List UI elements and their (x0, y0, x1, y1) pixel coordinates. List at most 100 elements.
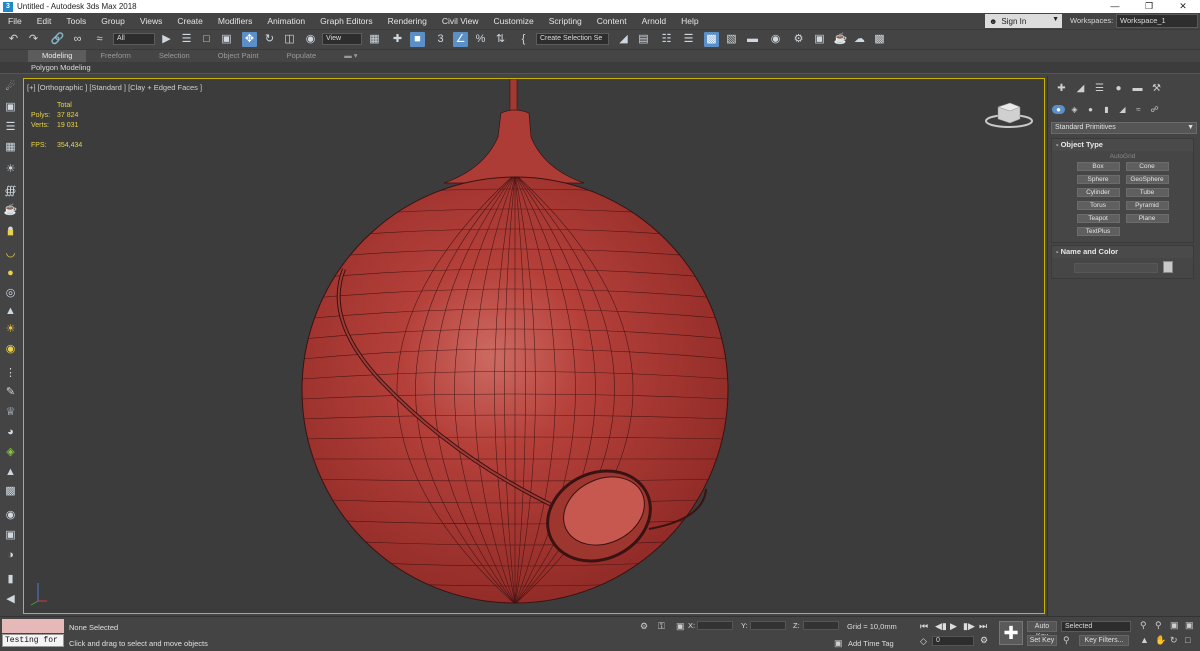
rendered-frame-window-icon[interactable]: ▣ (812, 32, 827, 47)
layer-manager-icon[interactable]: ☰ (3, 120, 18, 135)
next-frame-icon[interactable]: ▮▶ (963, 621, 975, 632)
menu-arnold[interactable]: Arnold (634, 16, 674, 26)
undo-icon[interactable]: ↶ (6, 32, 21, 47)
helpers-icon[interactable]: ◢ (1116, 105, 1129, 114)
perspective-viewport[interactable]: [+] [Orthographic ] [Standard ] [Clay + … (23, 78, 1045, 614)
select-and-move-icon[interactable]: ✥ (242, 32, 257, 47)
menu-help[interactable]: Help (673, 16, 705, 26)
link-icon[interactable]: 🔗 (50, 32, 65, 47)
pendant-lamp-model[interactable] (24, 79, 1045, 614)
unlink-icon[interactable]: ∞ (70, 32, 85, 47)
set-keys-button[interactable]: ✚ (999, 621, 1023, 645)
teapot-button[interactable]: Teapot (1076, 214, 1120, 223)
cameras-icon[interactable]: ▮ (1100, 105, 1113, 114)
select-and-rotate-icon[interactable]: ↻ (262, 32, 277, 47)
lights-icon[interactable]: ● (1084, 105, 1097, 114)
redo-icon[interactable]: ↷ (26, 32, 41, 47)
render-setup-icon[interactable]: ⚙ (791, 32, 806, 47)
textplus-button[interactable]: TextPlus (1076, 227, 1120, 236)
layer-explorer-icon[interactable]: ☰ (681, 32, 696, 47)
sculpt-icon[interactable]: ✎ (3, 385, 18, 400)
close-icon[interactable]: ✕ (1166, 0, 1200, 13)
autogrid-checkbox[interactable]: AutoGrid (1052, 153, 1193, 160)
shapes-icon[interactable]: ◈ (1068, 105, 1081, 114)
systems-icon[interactable]: ☍ (1148, 105, 1161, 114)
zoom-extents-icon[interactable]: ▣ (1170, 620, 1179, 631)
auto-key-button[interactable]: Auto Key (1027, 621, 1057, 640)
menu-modifiers[interactable]: Modifiers (210, 16, 259, 26)
restore-icon[interactable]: ❐ (1132, 0, 1166, 13)
menu-animation[interactable]: Animation (259, 16, 312, 26)
maxscript-input[interactable]: Testing for : (2, 634, 64, 647)
zoom-all-icon[interactable]: ⚲ (1155, 620, 1162, 631)
tab-populate[interactable]: Populate (273, 50, 331, 62)
create-selection-set-icon[interactable]: ☄ (3, 80, 18, 95)
box-button[interactable]: Box (1076, 162, 1120, 171)
expand-icon[interactable]: ◀ (3, 592, 18, 607)
add-time-tag[interactable]: Add Time Tag (848, 639, 894, 648)
sign-in-button[interactable]: ☻ Sign In ▼ (985, 14, 1062, 28)
bind-space-warp-icon[interactable]: ≈ (92, 32, 107, 47)
object-name-field[interactable] (1074, 263, 1158, 273)
object-type-header[interactable]: - Object Type (1052, 139, 1193, 151)
cloth-icon[interactable]: ▲ (3, 465, 18, 480)
previous-frame-icon[interactable]: ◀▮ (935, 621, 947, 632)
polygon-modeling-label[interactable]: Polygon Modeling (31, 63, 91, 72)
sphere-icon[interactable]: ● (3, 266, 18, 281)
scene-explorer-icon[interactable]: ▣ (3, 100, 18, 115)
pan-icon[interactable]: ✋ (1155, 635, 1166, 646)
zoom-extents-all-icon[interactable]: ▣ (1185, 620, 1194, 631)
toggle-ribbon-icon[interactable]: ▩ (704, 32, 719, 47)
y-coordinate-field[interactable] (750, 621, 786, 630)
key-icon[interactable]: ⚲ (1063, 635, 1070, 646)
selection-filter-select[interactable]: All (113, 33, 155, 45)
plane-button[interactable]: Plane (1125, 214, 1169, 223)
ribbon-options-icon[interactable]: ▬ ▾ (330, 50, 371, 62)
select-by-name-icon[interactable]: ☰ (179, 32, 194, 47)
workspace-select[interactable]: Workspace_1 (1116, 14, 1198, 28)
time-configuration-icon[interactable]: ⚙ (980, 635, 988, 646)
space-warps-icon[interactable]: ≈ (1132, 105, 1145, 114)
align-icon[interactable]: ▤ (636, 32, 651, 47)
menu-content[interactable]: Content (589, 16, 634, 26)
lighting-icon[interactable]: ◑ (3, 548, 18, 563)
mirror-icon[interactable]: ◢ (616, 32, 631, 47)
selection-lock-toggle-icon[interactable]: ⚿ (658, 621, 665, 632)
maxscript-listener-output[interactable] (2, 619, 64, 633)
isolate-selection-icon[interactable]: ⚙ (640, 621, 648, 632)
maximize-viewport-icon[interactable]: □ (1185, 635, 1190, 645)
create-tab-icon[interactable]: ✚ (1052, 81, 1071, 97)
display-tab-icon[interactable]: ▬ (1128, 81, 1147, 97)
tab-object-paint[interactable]: Object Paint (204, 50, 273, 62)
box-icon[interactable]: ■ (3, 226, 18, 241)
menu-rendering[interactable]: Rendering (380, 16, 434, 26)
motion-tab-icon[interactable]: ● (1109, 81, 1128, 97)
modify-tab-icon[interactable]: ◢ (1071, 81, 1090, 97)
field-of-view-icon[interactable]: ▲ (1140, 635, 1149, 645)
menu-file[interactable]: File (0, 16, 29, 26)
material-sphere-icon[interactable]: ◉ (3, 508, 18, 523)
scene-explorer-icon[interactable]: ☷ (659, 32, 674, 47)
geometry-icon[interactable]: ● (1052, 104, 1065, 114)
light-icon[interactable]: ☀ (3, 162, 18, 177)
menu-civil-view[interactable]: Civil View (434, 16, 486, 26)
hierarchy-tab-icon[interactable]: ☰ (1090, 81, 1109, 97)
cone-button[interactable]: Cone (1125, 162, 1169, 171)
play-icon[interactable]: ▶ (950, 621, 957, 632)
rectangular-selection-icon[interactable]: □ (199, 32, 214, 47)
leaf-icon[interactable]: ◈ (3, 445, 18, 460)
curve-editor-icon[interactable]: ▧ (724, 32, 739, 47)
zoom-icon[interactable]: ⚲ (1140, 620, 1147, 631)
torus-button[interactable]: Torus (1076, 201, 1120, 210)
utilities-tab-icon[interactable]: ⚒ (1147, 81, 1166, 97)
render-in-cloud-icon[interactable]: ☁ (852, 32, 867, 47)
tab-selection[interactable]: Selection (145, 50, 204, 62)
teapot-icon[interactable]: ☕ (3, 203, 18, 218)
sun-icon[interactable]: ☀ (3, 322, 18, 337)
geosphere-icon[interactable]: ◉ (3, 342, 18, 357)
schematic-view-icon[interactable]: ▬ (745, 32, 760, 47)
name-and-color-header[interactable]: - Name and Color (1052, 246, 1193, 258)
geosphere-button[interactable]: GeoSphere (1125, 175, 1169, 184)
bend-icon[interactable]: ∰ (3, 184, 18, 199)
map-icon[interactable]: ▩ (3, 484, 18, 499)
